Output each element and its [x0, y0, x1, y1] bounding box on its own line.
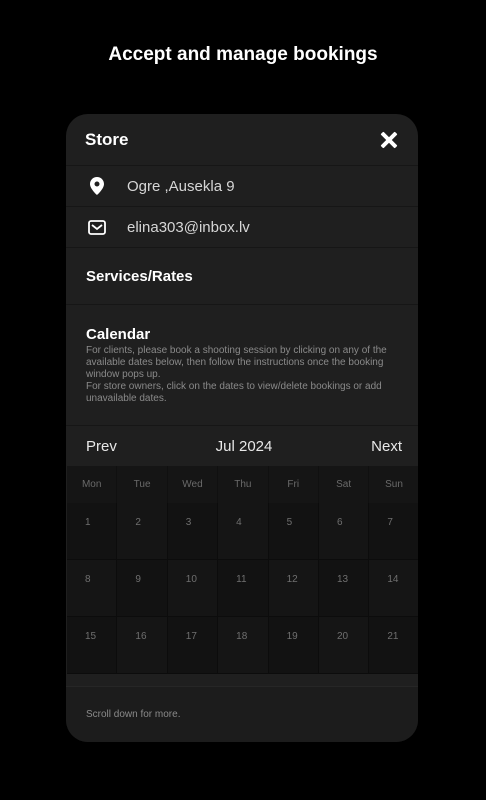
address-row: Ogre ,Ausekla 9 [66, 166, 418, 207]
weekday-label: Mon [67, 466, 118, 503]
day-cell[interactable]: 8 [67, 560, 118, 617]
next-button[interactable]: Next [371, 438, 402, 455]
day-cell[interactable]: 17 [167, 617, 219, 674]
week-row: 8 9 10 11 12 13 14 [67, 560, 418, 617]
scroll-hint: Scroll down for more. [66, 686, 418, 742]
prev-button[interactable]: Prev [86, 438, 117, 455]
services-title: Services/Rates [86, 267, 193, 285]
week-row: 15 16 17 18 19 20 21 [67, 617, 418, 674]
calendar-section: Calendar For clients, please book a shoo… [66, 305, 418, 426]
email-row: elina303@inbox.lv [66, 207, 418, 248]
day-cell[interactable]: 11 [218, 560, 269, 617]
store-card: Store Ogre ,Ausekla 9 elina303@inbox.lv … [66, 114, 418, 742]
weekday-label: Wed [167, 466, 219, 503]
address-text: Ogre ,Ausekla 9 [127, 177, 235, 195]
day-cell[interactable]: 21 [369, 617, 418, 674]
day-cell[interactable]: 5 [268, 503, 319, 560]
weekday-label: Thu [218, 466, 269, 503]
day-cell[interactable]: 15 [67, 617, 118, 674]
card-title: Store [85, 129, 129, 149]
email-text[interactable]: elina303@inbox.lv [127, 219, 250, 236]
month-nav: Prev Jul 2024 Next [66, 426, 418, 466]
day-cell[interactable]: 4 [218, 503, 269, 560]
week-row: 1 2 3 4 5 6 7 [67, 503, 418, 560]
calendar-description: For clients, please book a shooting sess… [86, 345, 387, 404]
day-cell[interactable]: 13 [318, 560, 370, 617]
weekday-label: Sun [369, 466, 418, 503]
day-cell[interactable]: 3 [167, 503, 219, 560]
calendar-title: Calendar [86, 326, 151, 343]
envelope-icon [87, 217, 107, 237]
day-cell[interactable]: 19 [268, 617, 319, 674]
headline: Accept and manage bookings [108, 44, 378, 65]
calendar-grid: Mon Tue Wed Thu Fri Sat Sun 1 2 3 4 5 6 … [67, 466, 418, 674]
day-cell[interactable]: 16 [117, 617, 168, 674]
services-section[interactable]: Services/Rates [66, 248, 418, 305]
weekday-label: Fri [268, 466, 319, 503]
day-cell[interactable]: 6 [318, 503, 370, 560]
day-cell[interactable]: 2 [117, 503, 168, 560]
weekday-header: Mon Tue Wed Thu Fri Sat Sun [67, 466, 418, 503]
weekday-label: Tue [117, 466, 168, 503]
day-cell[interactable]: 18 [218, 617, 269, 674]
day-cell[interactable]: 20 [318, 617, 370, 674]
location-pin-icon [87, 176, 107, 196]
month-label: Jul 2024 [215, 437, 273, 455]
day-cell[interactable]: 10 [167, 560, 219, 617]
day-cell[interactable]: 7 [369, 503, 418, 560]
day-cell[interactable]: 12 [268, 560, 319, 617]
weekday-label: Sat [318, 466, 370, 503]
day-cell[interactable]: 9 [117, 560, 168, 617]
card-header: Store [66, 114, 418, 166]
close-icon[interactable] [380, 131, 398, 149]
day-cell[interactable]: 1 [67, 503, 118, 560]
day-cell[interactable]: 14 [369, 560, 418, 617]
